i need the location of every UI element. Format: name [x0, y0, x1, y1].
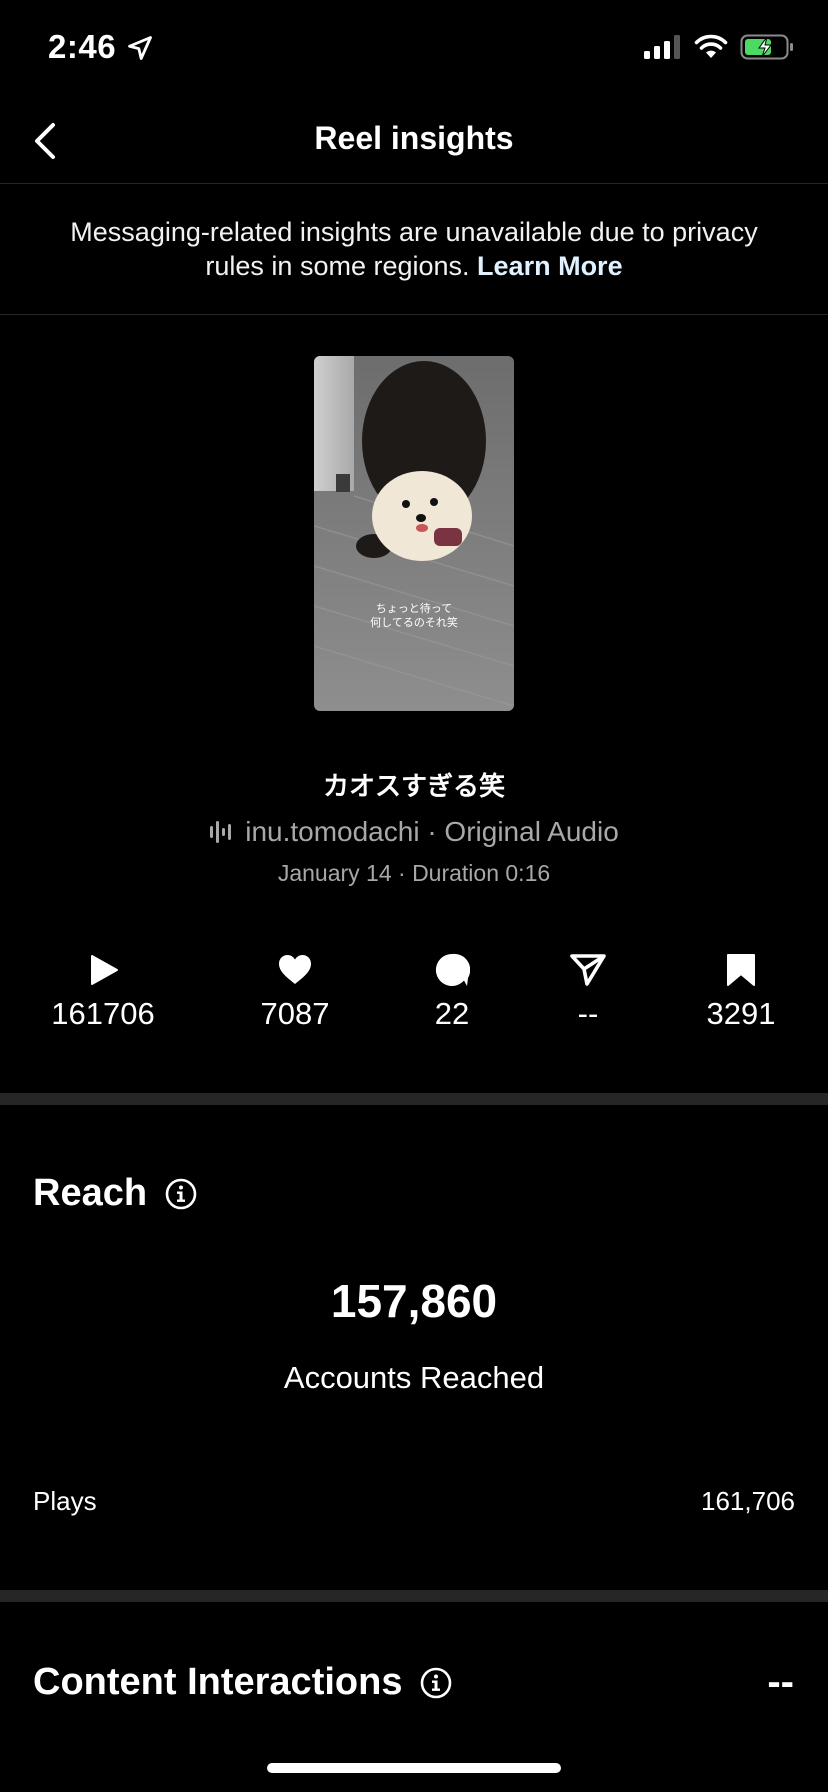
cellular-signal-icon: [644, 35, 680, 59]
content-interactions-header: Content Interactions: [33, 1661, 452, 1704]
share-icon: [570, 954, 606, 986]
status-time: 2:46: [48, 28, 117, 65]
stat-likes: 7087: [215, 950, 375, 1032]
wifi-icon: [694, 34, 728, 58]
reel-thumbnail[interactable]: ちょっと待って 何してるのそれ笑: [314, 356, 514, 711]
bookmark-icon: [727, 954, 755, 986]
learn-more-link[interactable]: Learn More: [477, 251, 623, 281]
stat-saves: 3291: [661, 950, 821, 1032]
status-bar: 2:46: [0, 0, 828, 100]
privacy-notice: Messaging-related insights are unavailab…: [0, 185, 828, 315]
section-divider: [0, 1093, 828, 1105]
play-icon: [91, 955, 118, 985]
accounts-reached-label: Accounts Reached: [283, 1360, 545, 1395]
battery-charging-icon: [740, 34, 793, 60]
audio-line[interactable]: inu.tomodachi · Original Audio: [0, 816, 828, 848]
home-indicator[interactable]: [267, 1763, 561, 1773]
thumbnail-caption-1: ちょっと待って: [376, 601, 452, 615]
reach-title: Reach: [33, 1172, 148, 1214]
reach-header: Reach: [33, 1172, 197, 1215]
stat-saves-value: 3291: [706, 996, 776, 1031]
page-title: Reel insights: [314, 120, 514, 156]
audio-label: inu.tomodachi · Original Audio: [245, 816, 619, 847]
content-interactions-title: Content Interactions: [33, 1661, 403, 1703]
plays-row: Plays 161,706: [33, 1486, 795, 1517]
nav-bar: Reel insights: [0, 100, 828, 184]
plays-value: 161,706: [701, 1486, 795, 1516]
stat-likes-value: 7087: [260, 996, 330, 1031]
plays-label: Plays: [33, 1486, 97, 1516]
thumbnail-caption-2: 何してるのそれ笑: [370, 615, 458, 629]
info-icon[interactable]: [165, 1178, 197, 1210]
date-duration: January 14 · Duration 0:16: [277, 860, 551, 886]
stats-row: 161706 7087 22 -- 3291: [0, 950, 828, 1040]
comment-icon: [435, 953, 470, 986]
stat-shares-value: --: [577, 996, 599, 1031]
reel-thumbnail-image: ちょっと待って 何してるのそれ笑: [314, 356, 514, 711]
stat-plays: 161706: [23, 950, 183, 1032]
location-arrow-icon: [128, 36, 152, 60]
content-interactions-value: --: [767, 1660, 794, 1704]
accounts-reached-value: 157,860: [330, 1275, 498, 1327]
section-divider: [0, 1590, 828, 1602]
heart-icon: [279, 955, 311, 984]
reel-title: カオスすぎる笑: [322, 771, 505, 801]
audio-waveform-icon: [210, 821, 232, 843]
privacy-notice-text: Messaging-related insights are unavailab…: [70, 217, 758, 281]
status-icons: [644, 34, 794, 60]
stat-shares: --: [508, 950, 668, 1032]
stat-plays-value: 161706: [51, 996, 155, 1031]
info-icon[interactable]: [420, 1667, 452, 1699]
